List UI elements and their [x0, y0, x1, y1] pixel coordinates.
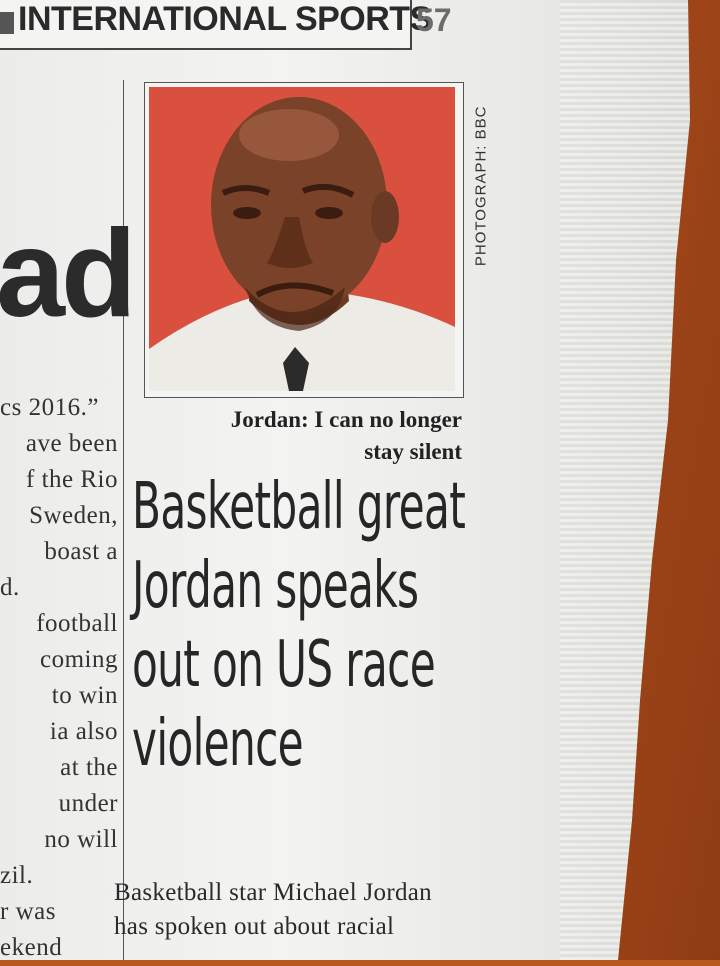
- caption-line: Jordan: I can no longer: [230, 407, 462, 432]
- left-column-line: zil.: [0, 862, 34, 889]
- caption-line: stay silent: [364, 439, 462, 464]
- left-column-line: Sweden,: [29, 502, 118, 529]
- photo-credit: PHOTOGRAPH: BBC: [468, 100, 494, 380]
- photo-frame: [144, 82, 464, 398]
- headline-line: Jordan speaks: [132, 549, 419, 623]
- photo-credit-text: PHOTOGRAPH: BBC: [472, 105, 490, 267]
- photo-caption: Jordan: I can no longer stay silent: [150, 404, 462, 468]
- headline-line: Basketball great: [132, 470, 466, 544]
- left-column-line: ave been: [25, 430, 118, 457]
- left-column-line: r was: [0, 898, 56, 925]
- left-column-line: f the Rio: [26, 466, 118, 493]
- section-header: INTERNATIONAL SPORTS 57: [0, 0, 470, 50]
- section-marker: [0, 12, 14, 34]
- left-headline-fragment: ad: [0, 205, 137, 343]
- left-column-text: cs 2016.” ave been f the Rio Sweden, boa…: [0, 390, 118, 966]
- headline-line: violence: [132, 707, 304, 781]
- page-number: 57: [416, 2, 452, 38]
- left-column-line: ia also: [49, 718, 118, 745]
- article-headline: Basketball great Jordan speaks out on US…: [132, 468, 466, 784]
- left-column-line: ekend: [0, 934, 63, 961]
- article-body: Basketball star Michael Jordan has spoke…: [114, 876, 534, 944]
- jordan-photo: [149, 87, 455, 391]
- headline-line: out on US race: [132, 628, 436, 702]
- left-column-line: coming: [40, 646, 118, 673]
- left-column-line: boast a: [44, 538, 118, 565]
- left-column-line: cs 2016.”: [0, 394, 99, 421]
- body-line: Basketball star Michael Jordan: [114, 879, 432, 906]
- portrait-illustration: [149, 87, 455, 391]
- left-column-line: football: [36, 610, 118, 637]
- body-line: has spoken out about racial: [114, 913, 395, 940]
- left-column-line: d.: [0, 574, 20, 601]
- left-column-line: under: [58, 790, 118, 817]
- section-title: INTERNATIONAL SPORTS: [18, 0, 432, 38]
- left-column-line: to win: [51, 682, 118, 709]
- left-column-line: no will: [44, 826, 118, 853]
- left-column-line: at the: [60, 754, 118, 781]
